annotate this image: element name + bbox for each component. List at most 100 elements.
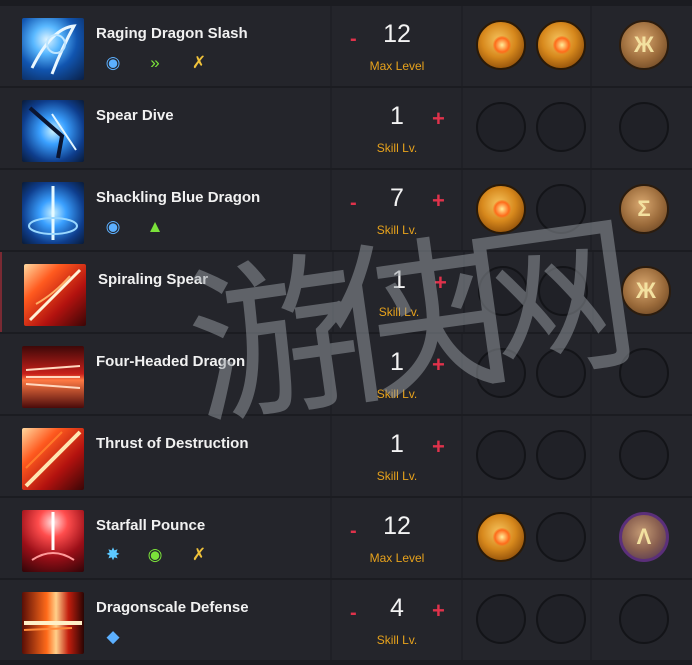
tripod-empty-slot[interactable] — [538, 266, 588, 316]
skill-level-value: 12 — [383, 20, 411, 48]
push-immune-icon: » — [150, 52, 160, 72]
skill-name: Dragonscale Defense — [96, 599, 249, 616]
skill-row[interactable]: Raging Dragon Slash ◉ » ✗ - 12 Max Level… — [0, 6, 692, 86]
rune-empty-slot[interactable] — [619, 348, 669, 398]
skill-level-value: 1 — [390, 430, 404, 458]
spiraling-spear-icon[interactable] — [24, 264, 86, 326]
tripod-empty-slot[interactable] — [536, 594, 586, 644]
level-control: 1 Skill Lv. + — [332, 334, 461, 414]
tripod-slots — [463, 580, 590, 660]
dragon-slash-icon[interactable] — [22, 18, 84, 80]
tripod-empty-slot[interactable] — [476, 594, 526, 644]
tripod-slots — [463, 88, 590, 168]
skill-level-label: Skill Lv. — [376, 141, 418, 155]
skill-name: Four-Headed Dragon — [96, 353, 246, 370]
rune-cell — [592, 416, 692, 496]
blue-dragon-icon[interactable] — [22, 182, 84, 244]
rune-slot[interactable]: Ж — [619, 20, 669, 70]
skill-name: Raging Dragon Slash — [96, 25, 248, 42]
tripod-gem-slot[interactable] — [536, 20, 586, 70]
skill-info: Raging Dragon Slash ◉ » ✗ — [0, 6, 330, 86]
counter-icon: ✗ — [191, 52, 207, 72]
level-increase-button[interactable]: + — [432, 188, 445, 214]
tripod-empty-slot[interactable] — [536, 184, 586, 234]
rune-cell: Ж — [594, 252, 692, 332]
dragonscale-defense-icon[interactable] — [22, 592, 84, 654]
starfall-pounce-icon[interactable] — [22, 510, 84, 572]
level-decrease-button[interactable]: - — [350, 192, 357, 215]
weak-point-icon: ✸ — [105, 544, 121, 564]
level-control: 1 Skill Lv. + — [334, 252, 463, 332]
level-increase-button[interactable]: + — [432, 598, 445, 624]
rune-slot[interactable]: Ж — [621, 266, 671, 316]
skill-name: Thrust of Destruction — [96, 435, 249, 452]
rune-empty-slot[interactable] — [619, 102, 669, 152]
skill-info: Starfall Pounce ✸ ◉ ✗ — [0, 498, 330, 578]
tripod-empty-slot[interactable] — [536, 102, 586, 152]
rune-slot[interactable]: Λ — [619, 512, 669, 562]
rune-cell: Ж — [592, 6, 692, 86]
rune-empty-slot[interactable] — [619, 430, 669, 480]
stagger-icon: ◉ — [147, 544, 163, 564]
tripod-gem-slot[interactable] — [476, 512, 526, 562]
shield-icon: ◆ — [106, 626, 120, 646]
tripod-empty-slot[interactable] — [478, 266, 528, 316]
skill-level-label: Skill Lv. — [376, 633, 418, 647]
thrust-destruction-icon[interactable] — [22, 428, 84, 490]
skill-row[interactable]: Dragonscale Defense ◆ - 4 Skill Lv. + — [0, 580, 692, 660]
rune-cell: Σ — [592, 170, 692, 250]
skill-row[interactable]: Starfall Pounce ✸ ◉ ✗ - 12 Max Level Λ — [0, 498, 692, 578]
stagger-icon: ◉ — [105, 216, 121, 236]
rune-empty-slot[interactable] — [619, 594, 669, 644]
rune-cell: Λ — [592, 498, 692, 578]
tripod-gem-slot[interactable] — [476, 20, 526, 70]
tripod-empty-slot[interactable] — [476, 430, 526, 480]
level-increase-button[interactable]: + — [432, 434, 445, 460]
skill-level-value: 12 — [383, 512, 411, 540]
level-increase-button[interactable]: + — [432, 352, 445, 378]
skill-row[interactable]: Spear Dive 1 Skill Lv. + — [0, 88, 692, 168]
level-increase-button[interactable]: + — [434, 270, 447, 296]
level-control: - 12 Max Level — [332, 498, 461, 578]
four-headed-dragon-icon[interactable] — [22, 346, 84, 408]
skill-level-value: 1 — [390, 102, 404, 130]
skill-level-label: Max Level — [369, 551, 425, 565]
tripod-empty-slot[interactable] — [476, 102, 526, 152]
skill-name: Spiraling Spear — [98, 271, 209, 288]
rune-cell — [592, 334, 692, 414]
tripod-slots — [463, 498, 590, 578]
skill-name: Spear Dive — [96, 107, 174, 124]
skill-level-label: Skill Lv. — [376, 223, 418, 237]
counter-icon: ✗ — [191, 544, 207, 564]
skill-level-label: Max Level — [369, 59, 425, 73]
skill-info: Shackling Blue Dragon ◉ ▲ — [0, 170, 330, 250]
tripod-slots — [463, 334, 590, 414]
level-decrease-button[interactable]: - — [350, 520, 357, 543]
skill-row[interactable]: Shackling Blue Dragon ◉ ▲ - 7 Skill Lv. … — [0, 170, 692, 250]
tripod-empty-slot[interactable] — [476, 348, 526, 398]
level-control: - 4 Skill Lv. + — [332, 580, 461, 660]
tripod-empty-slot[interactable] — [536, 348, 586, 398]
skill-name: Starfall Pounce — [96, 517, 206, 534]
tripod-slots — [465, 252, 592, 332]
spear-dive-icon[interactable] — [22, 100, 84, 162]
skill-level-label: Skill Lv. — [378, 305, 420, 319]
skill-row[interactable]: Four-Headed Dragon 1 Skill Lv. + — [0, 334, 692, 414]
skill-info: Dragonscale Defense ◆ — [0, 580, 330, 660]
rune-slot[interactable]: Σ — [619, 184, 669, 234]
skill-row[interactable]: Thrust of Destruction 1 Skill Lv. + — [0, 416, 692, 496]
level-decrease-button[interactable]: - — [350, 602, 357, 625]
skill-row[interactable]: Spiraling Spear 1 Skill Lv. + Ж — [0, 252, 692, 332]
tripod-gem-slot[interactable] — [476, 184, 526, 234]
skill-level-value: 1 — [390, 348, 404, 376]
level-control: 1 Skill Lv. + — [332, 88, 461, 168]
level-decrease-button[interactable]: - — [350, 28, 357, 51]
tripod-empty-slot[interactable] — [536, 430, 586, 480]
level-increase-button[interactable]: + — [432, 106, 445, 132]
tripod-empty-slot[interactable] — [536, 512, 586, 562]
skill-level-value: 7 — [390, 184, 404, 212]
skill-info: Thrust of Destruction — [0, 416, 330, 496]
skill-name: Shackling Blue Dragon — [96, 189, 261, 206]
rune-cell — [592, 580, 692, 660]
level-control: 1 Skill Lv. + — [332, 416, 461, 496]
